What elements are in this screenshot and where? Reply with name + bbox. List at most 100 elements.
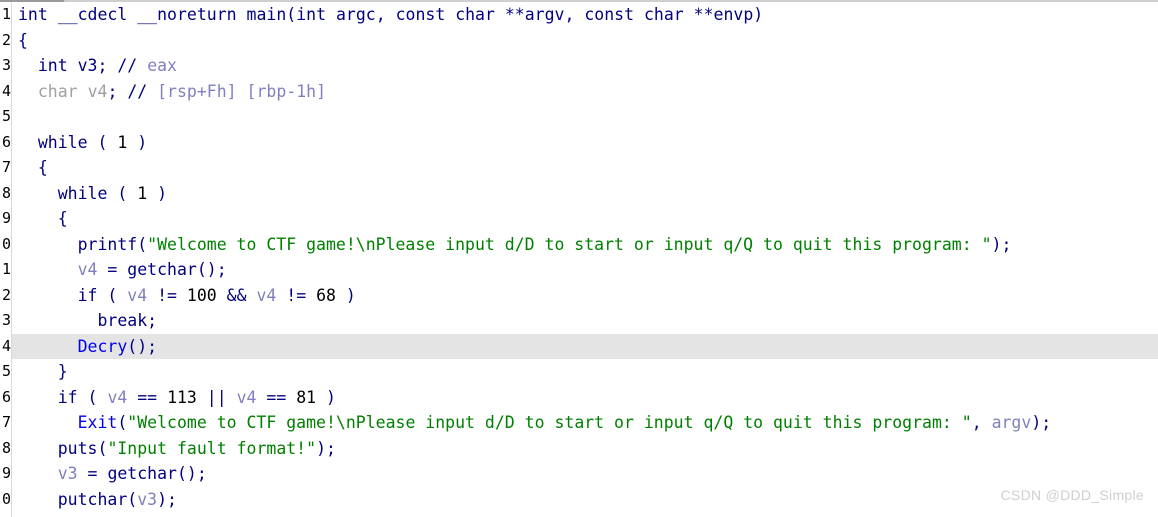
code-token-kw: envp <box>713 5 754 24</box>
code-line[interactable]: while ( 1 ) <box>18 130 1158 156</box>
code-token-str: "Welcome to CTF game!\nPlease input d/D … <box>127 413 972 432</box>
code-token-str: "Welcome to CTF game!\nPlease input d/D … <box>147 234 992 254</box>
code-token-pun <box>445 5 455 24</box>
code-line[interactable]: while ( 1 ) <box>18 181 1158 207</box>
code-token-kw: __cdecl <box>57 5 128 24</box>
code-token-typ: char <box>37 81 78 101</box>
code-token-var: v4 <box>107 387 128 407</box>
code-token-var: v4 <box>127 285 148 305</box>
code-token-fn: putchar <box>57 489 128 509</box>
code-line[interactable]: { <box>18 28 1158 54</box>
code-token-kw: const <box>395 5 446 24</box>
code-token-kw: __noreturn <box>137 5 237 24</box>
code-token-kw: int <box>37 56 68 75</box>
code-token-num: 81 <box>296 387 317 407</box>
code-token-kw: while <box>37 132 88 152</box>
code-token-pun <box>18 464 58 483</box>
code-area[interactable]: int __cdecl __noreturn main(int argc, co… <box>12 2 1158 517</box>
code-token-pun <box>68 56 78 75</box>
code-line[interactable]: putchar(v3); <box>18 487 1158 513</box>
code-token-pun <box>137 56 147 75</box>
pseudocode-editor[interactable]: 1234567890123456789012 int __cdecl __nor… <box>0 2 1158 517</box>
code-line[interactable]: break; <box>18 308 1158 334</box>
code-token-fn: puts <box>57 438 98 458</box>
code-token-pun: , <box>564 5 585 24</box>
code-line[interactable]: int v3; // eax <box>18 53 1158 79</box>
code-token-pun: } <box>18 362 68 381</box>
code-line[interactable]: char v4; // [rsp+Fh] [rbp-1h] <box>18 79 1158 105</box>
code-token-pun: != <box>147 285 187 305</box>
code-token-kw: if <box>77 285 98 305</box>
code-token-pun <box>18 337 78 356</box>
code-line[interactable]: } <box>18 359 1158 385</box>
code-token-pun <box>18 56 38 75</box>
code-token-fn: getchar <box>107 464 177 483</box>
code-token-pun <box>18 490 58 509</box>
line-number: 4 <box>1 336 11 355</box>
code-token-var: argv <box>991 413 1032 432</box>
code-token-pun <box>326 5 336 24</box>
code-line[interactable]: } <box>18 512 1158 517</box>
line-number: 9 <box>1 209 11 227</box>
code-token-str: "Input fault format!" <box>107 438 317 458</box>
code-token-kw: char <box>643 5 684 24</box>
code-token-pun <box>48 5 58 24</box>
code-token-pun: , <box>375 5 396 24</box>
code-token-pun <box>18 439 58 458</box>
code-token-var: v4 <box>77 260 98 279</box>
code-token-pun: ) <box>335 285 356 305</box>
code-line[interactable]: Decry(); <box>18 334 1158 360</box>
code-line[interactable]: v3 = getchar(); <box>18 461 1158 487</box>
code-token-pun: ); <box>991 234 1012 254</box>
code-token-pun <box>18 413 78 432</box>
code-token-ufn: Exit <box>77 413 118 432</box>
code-token-pun: { <box>18 209 68 228</box>
line-number: 5 <box>1 362 11 380</box>
code-token-ufn: Decry <box>77 336 128 356</box>
code-token-kw: int <box>296 5 327 24</box>
code-token-var: v3 <box>137 489 158 509</box>
code-token-pun <box>78 82 88 101</box>
code-line[interactable]: if ( v4 == 113 || v4 == 81 ) <box>18 385 1158 411</box>
code-line[interactable] <box>18 104 1158 130</box>
code-token-kw: argc <box>335 5 376 24</box>
code-token-pun: (); <box>196 260 227 279</box>
code-line[interactable]: int __cdecl __noreturn main(int argc, co… <box>18 2 1158 28</box>
code-token-pun <box>18 388 58 407</box>
code-token-cmtm: // <box>127 81 148 101</box>
code-token-pun: ( <box>137 234 148 254</box>
decompiler-window: 1234567890123456789012 int __cdecl __nor… <box>0 0 1158 517</box>
code-line[interactable]: v4 = getchar(); <box>18 257 1158 283</box>
code-token-pun <box>127 5 137 24</box>
line-number: 4 <box>1 81 11 100</box>
code-line[interactable]: if ( v4 != 100 && v4 != 68 ) <box>18 283 1158 309</box>
line-number-gutter: 1234567890123456789012 <box>0 2 12 517</box>
line-number: 1 <box>0 512 11 517</box>
code-token-pun: ) <box>316 387 336 407</box>
code-token-pun: = <box>77 464 108 483</box>
code-token-typ: v4 <box>87 81 108 101</box>
code-token-pun: ( <box>107 183 138 203</box>
code-line[interactable]: { <box>18 155 1158 181</box>
code-token-pun: ( <box>97 285 128 305</box>
code-token-num: 68 <box>316 285 336 305</box>
code-token-kw: break <box>97 311 148 330</box>
code-token-kw: while <box>57 183 108 203</box>
code-token-pun: (); <box>176 464 207 483</box>
code-token-pun <box>18 184 58 203</box>
code-token-pun: ) <box>753 5 764 24</box>
code-token-pun: == <box>127 387 168 407</box>
code-line[interactable]: { <box>18 206 1158 232</box>
code-token-pun: (); <box>127 336 158 356</box>
line-number: 2 <box>1 30 11 49</box>
code-token-pun: ( <box>117 413 128 432</box>
line-number: 8 <box>1 438 11 457</box>
code-token-num: 1 <box>137 183 148 203</box>
code-token-num: 100 <box>186 285 217 305</box>
code-line[interactable]: Exit("Welcome to CTF game!\nPlease input… <box>18 410 1158 436</box>
code-line[interactable]: puts("Input fault format!"); <box>18 436 1158 462</box>
code-token-pun: ); <box>157 489 177 509</box>
code-token-fn: printf <box>77 234 138 254</box>
code-token-pun: ); <box>316 438 336 458</box>
code-line[interactable]: printf("Welcome to CTF game!\nPlease inp… <box>18 232 1158 258</box>
